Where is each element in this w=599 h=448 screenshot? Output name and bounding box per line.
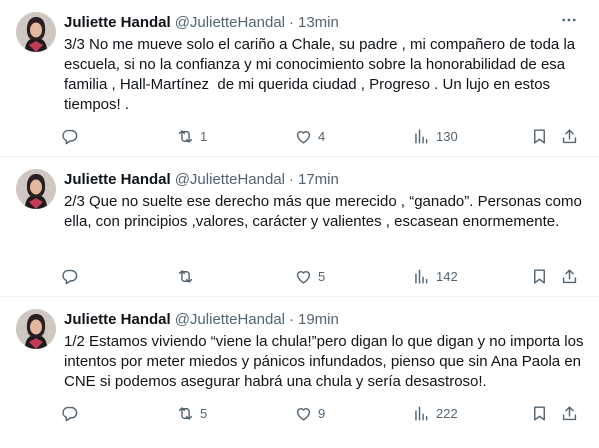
tweet[interactable]: Juliette Handal @JulietteHandal · 13min … [0, 0, 599, 157]
author-name[interactable]: Juliette Handal [64, 311, 171, 328]
tweet-text: 1/2 Estamos viviendo “viene la chula!”pe… [64, 333, 588, 390]
avatar[interactable] [16, 169, 56, 209]
separator: · [289, 310, 294, 328]
like-icon [296, 130, 311, 144]
views-icon [415, 128, 428, 144]
timestamp[interactable]: 17min [298, 171, 339, 188]
views-button[interactable]: 142 [412, 264, 458, 288]
bookmark-icon [534, 405, 545, 421]
reply-icon [62, 269, 78, 284]
like-count: 9 [318, 405, 326, 421]
reply-icon [62, 129, 78, 144]
views-icon [415, 405, 428, 421]
tweet-text: 2/3 Que no suelte ese derecho más que me… [64, 193, 586, 230]
author-name[interactable]: Juliette Handal [64, 14, 171, 31]
author-handle[interactable]: @JulietteHandal [175, 311, 285, 328]
tweet-text: 3/3 No me mueve solo el cariño a Chale, … [64, 36, 580, 113]
share-icon [562, 128, 577, 143]
repost-icon [178, 129, 193, 143]
like-button[interactable]: 9 [294, 401, 325, 425]
more-icon[interactable] [557, 10, 581, 30]
author-handle[interactable]: @JulietteHandal [175, 171, 285, 188]
views-count: 222 [436, 405, 458, 421]
like-button[interactable]: 5 [294, 264, 325, 288]
views-button[interactable]: 222 [412, 401, 458, 425]
tweet-actions: 5 9 222 [60, 401, 591, 425]
bookmark-icon [534, 128, 545, 144]
author-name[interactable]: Juliette Handal [64, 171, 171, 188]
share-button[interactable] [560, 124, 579, 148]
share-button[interactable] [560, 264, 579, 288]
views-icon [415, 268, 428, 284]
like-button[interactable]: 4 [294, 124, 325, 148]
bookmark-button[interactable] [530, 401, 549, 425]
views-button[interactable]: 130 [412, 124, 458, 148]
tweet-header: Juliette Handal @JulietteHandal · 13min [64, 12, 339, 32]
share-button[interactable] [560, 401, 579, 425]
tweet-actions: 5 142 [60, 264, 591, 288]
timestamp[interactable]: 19min [298, 311, 339, 328]
repost-button[interactable]: 1 [176, 124, 207, 148]
like-count: 4 [318, 128, 326, 144]
share-icon [562, 268, 577, 283]
repost-icon [178, 269, 193, 283]
tweet[interactable]: Juliette Handal @JulietteHandal · 19min … [0, 297, 599, 448]
separator: · [289, 170, 294, 188]
bookmark-icon [534, 268, 545, 284]
views-count: 142 [436, 268, 458, 284]
reply-button[interactable] [60, 401, 79, 425]
avatar[interactable] [16, 12, 56, 52]
like-icon [296, 270, 311, 284]
tweet[interactable]: Juliette Handal @JulietteHandal · 17min … [0, 157, 599, 297]
avatar[interactable] [16, 309, 56, 349]
reply-button[interactable] [60, 124, 79, 148]
tweet-header: Juliette Handal @JulietteHandal · 17min [64, 169, 339, 189]
reply-icon [62, 406, 78, 421]
tweet-actions: 1 4 130 [60, 124, 591, 148]
like-icon [296, 407, 311, 421]
tweet-header: Juliette Handal @JulietteHandal · 19min [64, 309, 339, 329]
like-count: 5 [318, 268, 326, 284]
repost-count: 1 [200, 128, 208, 144]
bookmark-button[interactable] [530, 124, 549, 148]
bookmark-button[interactable] [530, 264, 549, 288]
tweet-feed: Juliette Handal @JulietteHandal · 13min … [0, 0, 599, 448]
author-handle[interactable]: @JulietteHandal [175, 14, 285, 31]
repost-button[interactable]: 5 [176, 401, 207, 425]
share-icon [562, 405, 577, 420]
views-count: 130 [436, 128, 458, 144]
separator: · [289, 13, 294, 31]
repost-button[interactable] [176, 264, 200, 288]
reply-button[interactable] [60, 264, 79, 288]
repost-count: 5 [200, 405, 208, 421]
repost-icon [178, 406, 193, 420]
timestamp[interactable]: 13min [298, 14, 339, 31]
